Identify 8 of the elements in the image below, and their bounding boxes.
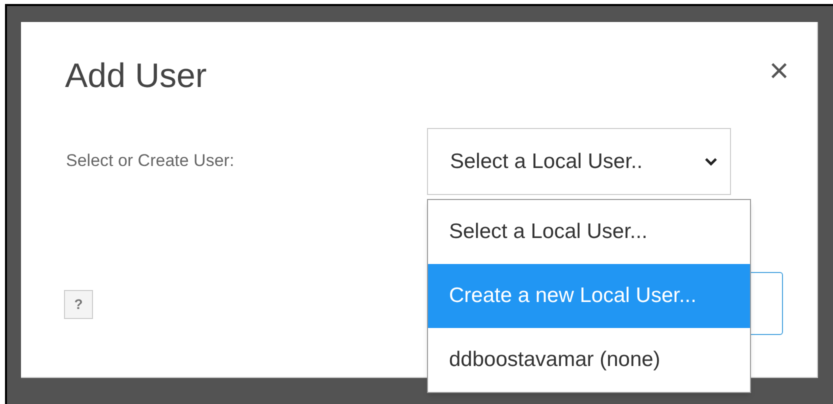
close-button[interactable]: × xyxy=(765,54,793,88)
dropdown-option[interactable]: Select a Local User... xyxy=(428,200,750,264)
field-label: Select or Create User: xyxy=(66,150,236,172)
help-button[interactable]: ? xyxy=(64,290,93,319)
chevron-down-icon xyxy=(704,156,718,166)
dropdown-option[interactable]: ddboostavamar (none) xyxy=(428,328,750,392)
dialog-title: Add User xyxy=(65,56,207,97)
user-select[interactable]: Select a Local User.. xyxy=(427,128,731,195)
